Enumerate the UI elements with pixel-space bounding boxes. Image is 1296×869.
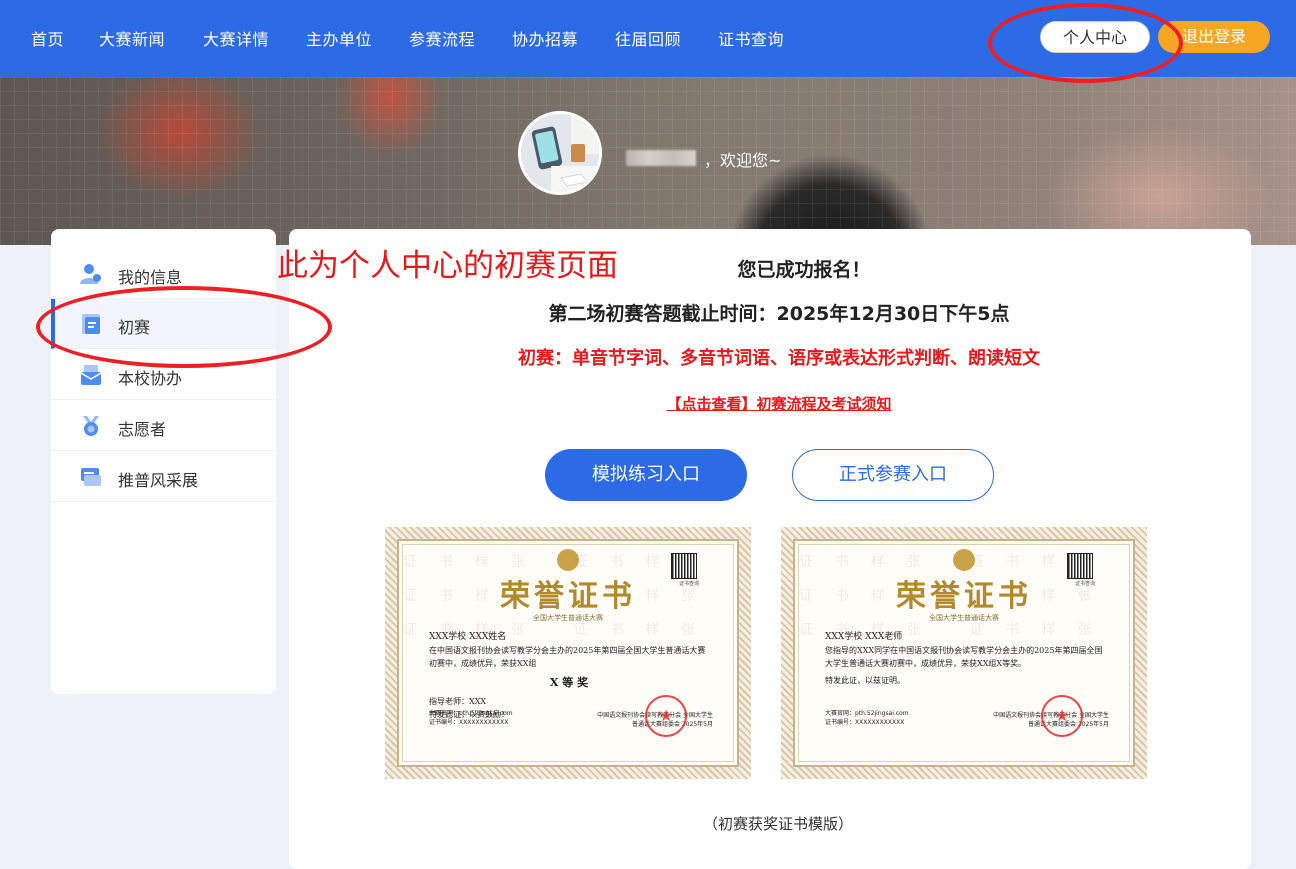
nav-item-home[interactable]: 首页 [31,26,64,50]
username-blurred [626,150,696,166]
nav-item-organizer[interactable]: 主办单位 [306,26,372,50]
personal-center-button[interactable]: 个人中心 [1040,21,1150,53]
certificate-frame: 证书样张 证书样张 证书样张 证书样张 证书样张 证书样张 证书查询 荣誉证书 … [397,539,739,767]
sidebar-item-label: 推普风采展 [118,471,199,490]
sidebar-item-preliminary[interactable]: 初赛 [51,299,276,349]
preliminary-content-text: 初赛：单音节字词、多音节词语、语序或表达形式判断、朗读短文 [518,348,1040,369]
sidebar-item-label: 本校协办 [118,369,183,388]
mail-icon [80,365,102,385]
certificate-subtitle: 全国大学生普通话大赛 [533,614,603,622]
certificate-student: 证书样张 证书样张 证书样张 证书样张 证书样张 证书样张 证书查询 荣誉证书 … [385,527,751,779]
document-icon [82,314,100,334]
logout-button[interactable]: 退出登录 [1158,21,1270,53]
welcome-text: ，欢迎您~ [704,151,782,170]
seal-stamp-icon: ★ [1041,695,1083,737]
nav-item-news[interactable]: 大赛新闻 [99,26,165,50]
certificate-teacher: 证书样张 证书样张 证书样张 证书样张 证书样张 证书样张 证书查询 荣誉证书 … [781,527,1147,779]
certificate-site: 大赛官网：pth.52jingsai.com [825,710,909,717]
main-panel: 您已成功报名！ 第二场初赛答题截止时间：2025年12月30日下午5点 初赛：单… [289,229,1251,869]
certificate-number: 证书编号：XXXXXXXXXXXX [825,719,905,726]
nav-item-details[interactable]: 大赛详情 [203,26,269,50]
sidebar-item-school-co-host[interactable]: 本校协办 [51,350,276,400]
top-navigation-bar: 首页 大赛新闻 大赛详情 主办单位 参赛流程 协办招募 往届回顾 证书查询 个人… [0,0,1296,77]
sidebar-item-label: 志愿者 [118,420,167,439]
certificate-emblem [557,549,579,571]
sidebar-item-volunteer[interactable]: 志愿者 [51,401,276,451]
sidebar-item-label: 我的信息 [118,268,183,287]
mock-practice-button[interactable]: 模拟练习入口 [545,449,747,501]
process-notice-link[interactable]: 【点击查看】初赛流程及考试须知 [289,393,1251,414]
sidebar: 我的信息 初赛 本校协办 志愿者 推普风采展 [51,229,276,694]
certificate-title: 荣誉证书 [896,579,1032,614]
seal-stamp-icon: ★ [645,695,687,737]
certificate-recipient: XXX学校 XXX老师 [825,632,903,642]
avatar [518,111,602,195]
nav-item-certificate[interactable]: 证书查询 [718,26,784,50]
certificate-grade: X 等 奖 [549,676,589,689]
profile-banner: ，欢迎您~ [0,77,1296,245]
certificate-number: 证书编号：XXXXXXXXXXXX [429,719,509,726]
nav-item-process[interactable]: 参赛流程 [409,26,475,50]
certificate-subtitle: 全国大学生普通话大赛 [929,614,999,622]
annotation-text: 此为个人中心的初赛页面 [277,248,618,284]
certificate-samples: 证书样张 证书样张 证书样张 证书样张 证书样张 证书样张 证书查询 荣誉证书 … [385,519,1155,799]
certificate-footer: 大赛官网：pth.52jingsai.com 证书编号：XXXXXXXXXXXX [429,709,513,727]
formal-entry-button[interactable]: 正式参赛入口 [792,449,994,501]
certificate-footer: 大赛官网：pth.52jingsai.com 证书编号：XXXXXXXXXXXX [825,709,909,727]
sidebar-item-label: 初赛 [118,318,151,337]
chat-icon [81,468,101,486]
certificate-title: 荣誉证书 [500,579,636,614]
sidebar-item-showcase[interactable]: 推普风采展 [51,452,276,502]
certificate-text: 在中国语文报刊协会读写教学分会主办的2025年第四届全国大学生普通话大赛初赛中，… [429,646,706,668]
certificate-recipient: XXX学校 XXX姓名 [429,632,507,642]
certificate-site: 大赛官网：pth.52jingsai.com [429,710,513,717]
nav-item-recruitment[interactable]: 协办招募 [512,26,578,50]
nav-item-review[interactable]: 往届回顾 [615,26,681,50]
sidebar-item-my-info[interactable]: 我的信息 [51,249,276,299]
certificate-emblem [953,549,975,571]
certificate-frame: 证书样张 证书样张 证书样张 证书样张 证书样张 证书样张 证书查询 荣誉证书 … [793,539,1135,767]
user-icon [80,264,101,284]
certificate-text: 您指导的XXX同学在中国语文报刊协会读写教学分会主办的2025年第四届全国大学生… [825,646,1103,668]
certificate-closing: 特发此证，以兹证明。 [825,676,905,685]
certificate-caption: （初赛获奖证书模版） [702,815,853,833]
certificate-body: XXX学校 XXX老师 您指导的XXX同学在中国语文报刊协会读写教学分会主办的2… [825,631,1105,687]
deadline-text: 第二场初赛答题截止时间：2025年12月30日下午5点 [548,303,1010,325]
medal-icon [83,416,99,436]
